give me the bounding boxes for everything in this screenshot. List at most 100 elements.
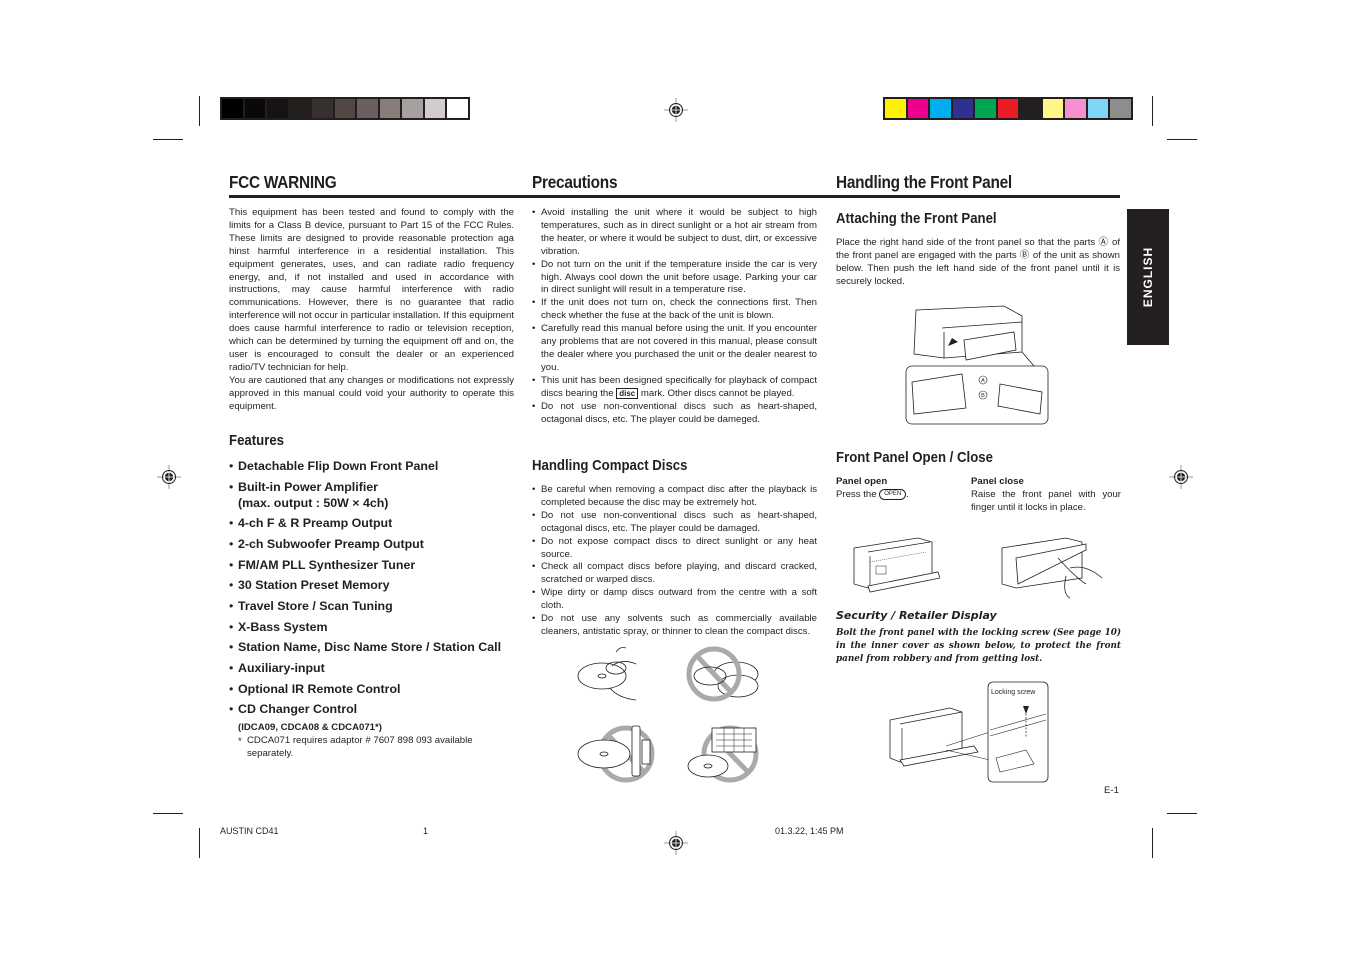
open-button-icon: OPEN — [879, 489, 907, 500]
feature-item: Travel Store / Scan Tuning — [229, 598, 529, 614]
part-b-label: B — [981, 393, 985, 399]
color-swatch — [379, 99, 400, 118]
color-swatch — [267, 99, 288, 118]
precaution-item: Carefully read this manual before using … — [532, 323, 817, 375]
color-swatch — [997, 99, 1018, 118]
panel-close-illustration — [996, 528, 1106, 600]
color-swatch — [334, 99, 355, 118]
part-a-label: A — [981, 378, 985, 384]
feature-item-label: Built-in Power Amplifier — [238, 479, 378, 494]
color-swatch — [289, 99, 310, 118]
fcc-paragraph-1: This equipment has been tested and found… — [229, 207, 514, 373]
disc-handling-item: Check all compact discs before playing, … — [532, 561, 817, 587]
feature-item: 4-ch F & R Preamp Output — [229, 515, 529, 531]
registration-mark-right — [1169, 465, 1193, 489]
precaution-item: Avoid installing the unit where it would… — [532, 207, 817, 259]
feature-item: 30 Station Preset Memory — [229, 577, 529, 593]
locking-screw-callout: Locking screw — [991, 689, 1036, 696]
color-swatch — [1065, 99, 1086, 118]
page-number: E-1 — [1104, 785, 1119, 796]
registration-mark-bottom — [664, 831, 688, 855]
front-panel-title: Handling the Front Panel — [836, 172, 1012, 192]
disc-handling-item: Wipe dirty or damp discs outward from th… — [532, 587, 817, 613]
attaching-panel-text: Place the right hand side of the front p… — [836, 237, 1120, 287]
attaching-panel-title: Attaching the Front Panel — [836, 210, 997, 227]
disc-handling-item: Do not use non-conventional discs such a… — [532, 510, 817, 536]
amp-output-detail: (max. output : 50W × 4ch) — [238, 495, 389, 510]
precaution-item: This unit has been designed specifically… — [532, 375, 817, 401]
color-swatch — [447, 99, 468, 118]
color-swatch — [975, 99, 996, 118]
security-text: Bolt the front panel with the locking sc… — [836, 628, 1121, 664]
panel-open-text: Press the OPEN. — [836, 489, 909, 500]
footer-page: 1 — [423, 826, 429, 836]
color-swatch — [1110, 99, 1131, 118]
no-scratch-illustration — [686, 644, 760, 704]
crop-mark-top-left-h — [153, 139, 183, 140]
color-swatch — [952, 99, 973, 118]
feature-item: Detachable Flip Down Front Panel — [229, 458, 529, 474]
panel-open-text-before: Press the — [836, 489, 877, 501]
no-heat-illustration — [576, 720, 658, 784]
security-title: Security / Retailer Display — [836, 609, 997, 622]
locking-screw-illustration: Locking screw — [886, 680, 1050, 784]
adaptor-footnote: CDCA071 requires adaptor # 7607 898 093 … — [247, 735, 473, 759]
footer-timestamp: 01.3.22, 1:45 PM — [775, 826, 844, 836]
precautions-list: Avoid installing the unit where it would… — [532, 207, 817, 426]
feature-item: X-Bass System — [229, 619, 529, 635]
panel-close-title: Panel close — [971, 476, 1024, 487]
crop-mark-top-right-v — [1152, 96, 1153, 126]
feature-item: Optional IR Remote Control — [229, 681, 529, 697]
fcc-warning-title: FCC WARNING — [229, 172, 337, 192]
color-swatch — [1020, 99, 1041, 118]
registration-mark-top — [664, 98, 688, 122]
crop-mark-bottom-left-h — [153, 813, 183, 814]
feature-item: Station Name, Disc Name Store / Station … — [229, 639, 529, 655]
disc-item-text-after: mark. Other discs cannot be played. — [640, 387, 795, 399]
handling-discs-list: Be careful when removing a compact disc … — [532, 484, 817, 639]
color-swatch — [424, 99, 445, 118]
disc-handling-item: Do not expose compact discs to direct su… — [532, 536, 817, 562]
crop-mark-bottom-right-h — [1167, 813, 1197, 814]
feature-item: 2-ch Subwoofer Preamp Output — [229, 536, 529, 552]
feature-item: Built-in Power Amplifier(max. output : 5… — [229, 479, 529, 511]
feature-item: FM/AM PLL Synthesizer Tuner — [229, 557, 529, 573]
color-swatch — [930, 99, 951, 118]
precaution-item: Do not use non-conventional discs such a… — [532, 401, 817, 427]
handling-discs-title: Handling Compact Discs — [532, 457, 688, 474]
crop-mark-top-left-v — [199, 96, 200, 126]
crop-mark-bottom-left-v — [199, 828, 200, 858]
color-swatch — [885, 99, 906, 118]
color-swatch — [244, 99, 265, 118]
footnote-mark: * — [238, 736, 242, 747]
heading-rule — [229, 195, 1120, 198]
precaution-item: If the unit does not turn on, check the … — [532, 297, 817, 323]
features-title: Features — [229, 432, 285, 449]
crop-mark-bottom-right-v — [1152, 828, 1153, 858]
color-swatch — [357, 99, 378, 118]
color-swatch — [1042, 99, 1063, 118]
color-swatch — [402, 99, 423, 118]
footer-model: AUSTIN CD41 — [220, 826, 279, 836]
color-swatch — [1087, 99, 1108, 118]
panel-close-text: Raise the front panel with your finger u… — [971, 489, 1121, 513]
color-swatch — [312, 99, 333, 118]
registration-mark-left — [157, 465, 181, 489]
disc-handling-item: Do not use any solvents such as commerci… — [532, 613, 817, 639]
feature-item: Auxiliary-input — [229, 660, 529, 676]
attach-panel-illustration: A B — [904, 302, 1050, 426]
fcc-warning-text: This equipment has been tested and found… — [229, 207, 514, 414]
open-close-title: Front Panel Open / Close — [836, 449, 993, 466]
panel-open-illustration — [846, 528, 941, 596]
disc-cleaning-illustration — [576, 644, 640, 704]
grayscale-bar — [220, 97, 470, 120]
compact-disc-logo-icon: disc — [616, 387, 639, 399]
panel-open-title: Panel open — [836, 476, 888, 487]
panel-open-text-after: . — [906, 489, 909, 501]
language-tab-label: ENGLISH — [1141, 246, 1155, 308]
color-swatch — [222, 99, 243, 118]
no-solvent-illustration — [686, 720, 762, 784]
precaution-item: Do not turn on the unit if the temperatu… — [532, 259, 817, 298]
fcc-paragraph-2: You are cautioned that any changes or mo… — [229, 374, 514, 412]
language-tab: ENGLISH — [1127, 209, 1169, 345]
